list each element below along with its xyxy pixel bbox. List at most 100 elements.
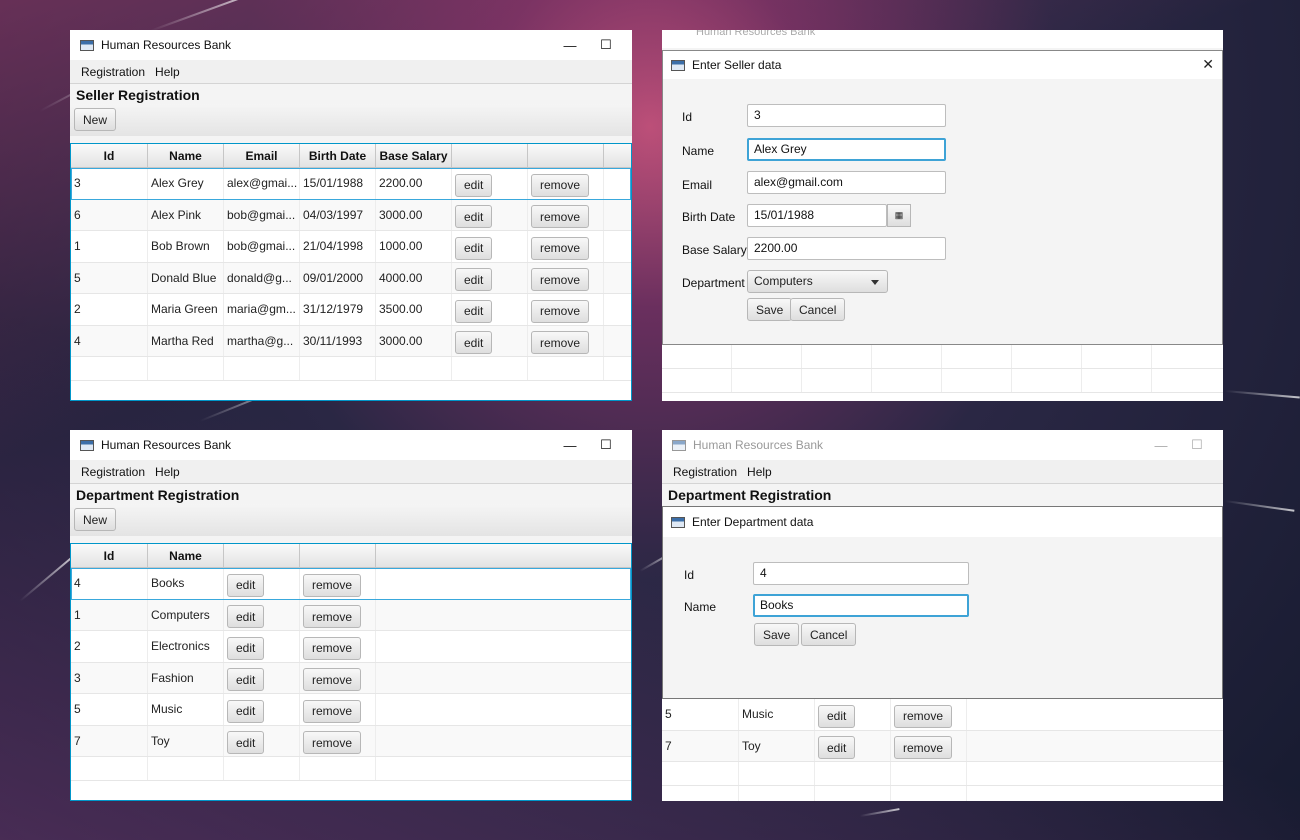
close-icon[interactable]: ✕	[1202, 56, 1214, 73]
title-bar[interactable]: Human Resources Bank	[662, 30, 1223, 48]
table-row[interactable]: 5 Music edit remove	[71, 694, 631, 726]
cell-id: 3	[71, 168, 148, 199]
cell-id: 2	[71, 631, 148, 662]
birth-date-field[interactable]: 15/01/1988	[747, 204, 887, 227]
column-header-base-salary[interactable]: Base Salary	[376, 144, 452, 167]
table-header: Id Name Email Birth Date Base Salary	[71, 144, 631, 168]
edit-button[interactable]: edit	[818, 736, 856, 760]
remove-button[interactable]: remove	[303, 573, 362, 597]
cell-filler	[376, 631, 631, 662]
page-title: Seller Registration	[76, 87, 200, 103]
cell-filler	[967, 731, 1223, 762]
cell-edit: edit	[224, 631, 300, 662]
dialog-title-bar[interactable]: Enter Seller data ✕	[663, 51, 1222, 79]
cell-edit: edit	[452, 199, 528, 230]
menu-help[interactable]: Help	[150, 465, 185, 479]
name-field[interactable]: Books	[753, 594, 969, 617]
column-header-birth-date[interactable]: Birth Date	[300, 144, 376, 167]
table-row[interactable]: 4 Martha Red martha@g... 30/11/1993 3000.00 e…	[71, 325, 631, 357]
dialog-title-bar[interactable]: Enter Department data	[663, 507, 1222, 537]
edit-button[interactable]: edit	[227, 605, 265, 629]
department-window: Human Resources Bank — ☐ Registration He…	[70, 430, 632, 801]
new-button[interactable]: New	[74, 508, 117, 531]
maximize-icon[interactable]: ☐	[588, 430, 624, 460]
title-bar[interactable]: Human Resources Bank — ☐	[662, 430, 1223, 460]
edit-button[interactable]: edit	[227, 573, 265, 597]
edit-button[interactable]: edit	[455, 173, 493, 197]
name-field[interactable]: Alex Grey	[747, 138, 946, 161]
edit-button[interactable]: edit	[227, 699, 265, 723]
edit-button[interactable]: edit	[818, 704, 856, 728]
seller-table[interactable]: Id Name Email Birth Date Base Salary 3 Al…	[70, 143, 632, 401]
table-row[interactable]: 1 Computers edit remove	[71, 599, 631, 631]
remove-button[interactable]: remove	[531, 205, 590, 229]
edit-button[interactable]: edit	[455, 299, 493, 323]
id-field[interactable]: 3	[747, 104, 946, 127]
column-header-email[interactable]: Email	[224, 144, 300, 167]
id-field[interactable]: 4	[753, 562, 969, 585]
minimize-icon[interactable]: —	[1143, 430, 1179, 460]
table-row[interactable]: 6 Alex Pink bob@gmai... 04/03/1997 3000.00 ed…	[71, 199, 631, 231]
window-title: Human Resources Bank	[693, 438, 824, 452]
menu-registration[interactable]: Registration	[76, 65, 150, 79]
base-salary-label: Base Salary	[682, 243, 747, 257]
department-select[interactable]: Computers	[747, 270, 888, 293]
remove-button[interactable]: remove	[894, 704, 953, 728]
new-button[interactable]: New	[74, 108, 117, 131]
remove-button[interactable]: remove	[303, 605, 362, 629]
table-row[interactable]: 2 Electronics edit remove	[71, 631, 631, 663]
menu-help[interactable]: Help	[150, 65, 185, 79]
column-header-name[interactable]: Name	[148, 544, 224, 567]
base-salary-field[interactable]: 2200.00	[747, 237, 946, 260]
edit-button[interactable]: edit	[455, 205, 493, 229]
cancel-button[interactable]: Cancel	[790, 298, 846, 321]
cell-filler	[376, 600, 631, 631]
minimize-icon[interactable]: —	[552, 30, 588, 60]
edit-button[interactable]: edit	[227, 636, 265, 660]
remove-button[interactable]: remove	[303, 731, 362, 755]
table-row[interactable]: 7 Toy edit remove	[71, 725, 631, 757]
edit-button[interactable]: edit	[227, 668, 265, 692]
department-table[interactable]: Id Name 4 Books edit remove 1 Computers edit re…	[70, 543, 632, 801]
table-row[interactable]: 5 Music edit remove	[662, 699, 1223, 731]
column-header-remove	[528, 144, 604, 167]
maximize-icon[interactable]: ☐	[1179, 430, 1215, 460]
table-row[interactable]: 7 Toy edit remove	[662, 730, 1223, 762]
cancel-button[interactable]: Cancel	[801, 623, 857, 646]
department-table-2[interactable]: 5 Music edit remove 7 Toy edit remove	[662, 698, 1223, 801]
save-button[interactable]: Save	[754, 623, 800, 646]
email-field[interactable]: alex@gmail.com	[747, 171, 946, 194]
table-row[interactable]: 5 Donald Blue donald@g... 09/01/2000 4000.00…	[71, 262, 631, 294]
calendar-icon[interactable]: ▦	[887, 204, 911, 227]
maximize-icon[interactable]: ☐	[588, 30, 624, 60]
remove-button[interactable]: remove	[531, 331, 590, 355]
remove-button[interactable]: remove	[531, 268, 590, 292]
edit-button[interactable]: edit	[455, 268, 493, 292]
remove-button[interactable]: remove	[531, 299, 590, 323]
column-header-name[interactable]: Name	[148, 144, 224, 167]
menu-registration[interactable]: Registration	[668, 465, 742, 479]
remove-button[interactable]: remove	[894, 736, 953, 760]
cell-remove: remove	[528, 262, 604, 293]
edit-button[interactable]: edit	[455, 331, 493, 355]
column-header-id[interactable]: Id	[71, 144, 148, 167]
table-row[interactable]: 1 Bob Brown bob@gmai... 21/04/1998 1000.00 ed…	[71, 231, 631, 263]
minimize-icon[interactable]: —	[552, 430, 588, 460]
remove-button[interactable]: remove	[531, 173, 590, 197]
remove-button[interactable]: remove	[303, 668, 362, 692]
remove-button[interactable]: remove	[303, 636, 362, 660]
table-row[interactable]: 2 Maria Green maria@gm... 31/12/1979 3500.00…	[71, 294, 631, 326]
column-header-id[interactable]: Id	[71, 544, 148, 567]
table-row[interactable]: 3 Fashion edit remove	[71, 662, 631, 694]
edit-button[interactable]: edit	[455, 236, 493, 260]
title-bar[interactable]: Human Resources Bank — ☐	[70, 430, 632, 460]
edit-button[interactable]: edit	[227, 731, 265, 755]
save-button[interactable]: Save	[747, 298, 793, 321]
table-row[interactable]: 3 Alex Grey alex@gmai... 15/01/1988 2200.00 e…	[71, 168, 631, 200]
remove-button[interactable]: remove	[303, 699, 362, 723]
menu-help[interactable]: Help	[742, 465, 777, 479]
menu-registration[interactable]: Registration	[76, 465, 150, 479]
remove-button[interactable]: remove	[531, 236, 590, 260]
title-bar[interactable]: Human Resources Bank — ☐	[70, 30, 632, 60]
table-row[interactable]: 4 Books edit remove	[71, 568, 631, 600]
